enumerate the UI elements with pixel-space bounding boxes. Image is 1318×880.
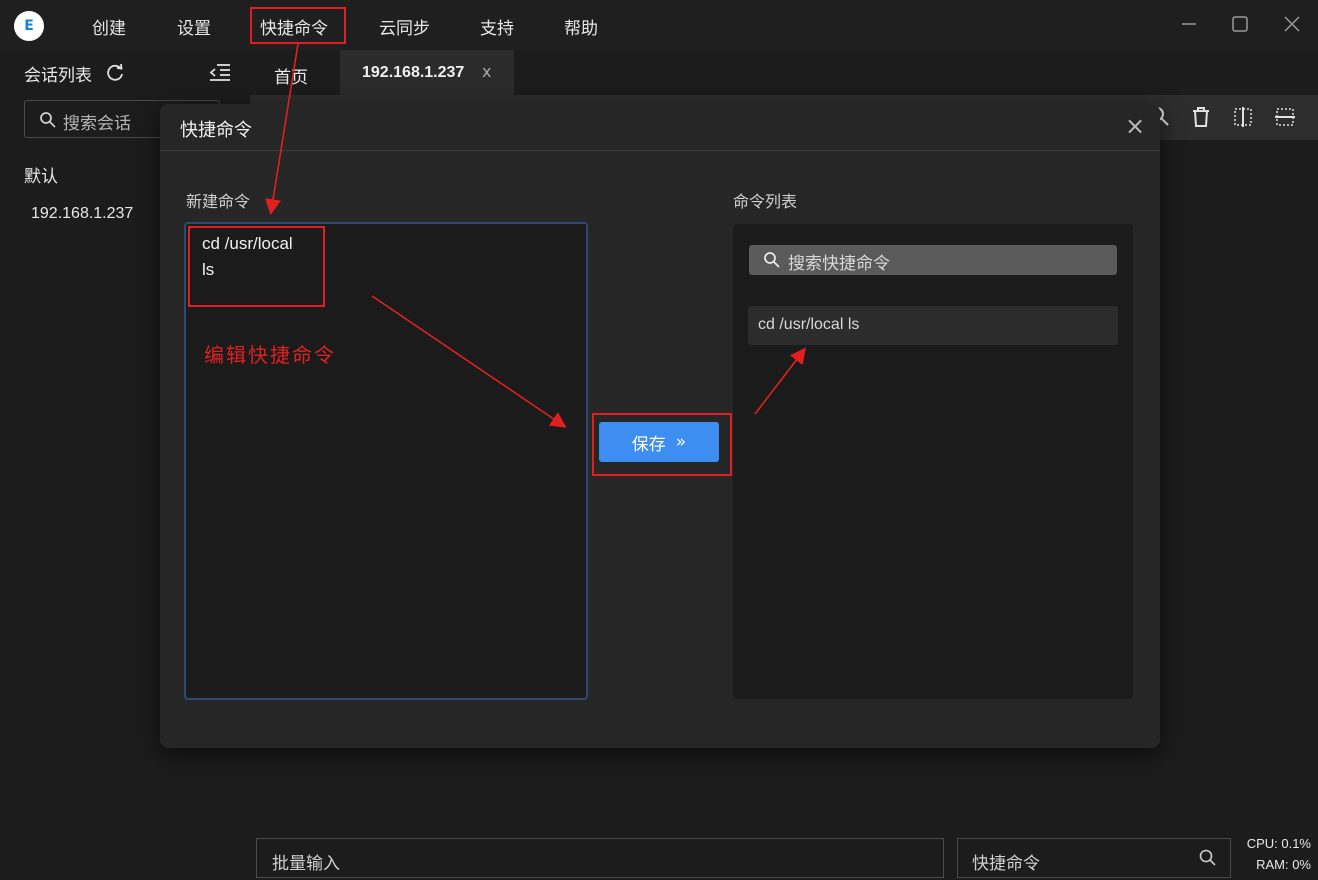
app-logo: E — [14, 11, 44, 41]
search-icon — [40, 112, 56, 128]
command-list-label: 命令列表 — [733, 192, 798, 211]
session-group-default[interactable]: 默认 — [24, 162, 58, 187]
tab-session[interactable]: 192.168.1.237 x — [340, 50, 514, 95]
menu-help[interactable]: 帮助 — [564, 14, 598, 39]
tab-close-icon[interactable]: x — [482, 62, 491, 81]
dialog-title: 快捷命令 — [180, 120, 252, 141]
search-icon — [764, 252, 780, 268]
trash-icon[interactable] — [1188, 104, 1214, 130]
menu-cloud-sync[interactable]: 云同步 — [379, 14, 430, 39]
command-text: cd /usr/local ls — [758, 316, 860, 333]
menu-create[interactable]: 创建 — [92, 14, 126, 39]
batch-input[interactable]: 批量输入 — [256, 838, 944, 878]
annotation-box-menu — [250, 7, 346, 44]
command-search-placeholder: 搜索快捷命令 — [788, 254, 890, 274]
batch-input-placeholder: 批量输入 — [272, 854, 340, 874]
annotation-box-editor — [188, 226, 325, 307]
dialog-divider — [160, 150, 1160, 151]
split-vertical-icon[interactable] — [1230, 104, 1256, 130]
new-command-label: 新建命令 — [186, 192, 251, 211]
collapse-sidebar-icon[interactable] — [208, 61, 232, 83]
minimize-icon[interactable] — [1177, 12, 1201, 36]
quick-command-input[interactable]: 快捷命令 — [957, 838, 1231, 878]
command-list-panel — [733, 224, 1133, 699]
tab-session-label: 192.168.1.237 — [362, 64, 465, 81]
quick-command-placeholder: 快捷命令 — [972, 854, 1040, 874]
tab-home[interactable]: 首页 — [274, 63, 308, 88]
split-horizontal-icon[interactable] — [1272, 104, 1298, 130]
search-icon[interactable] — [1198, 848, 1218, 868]
command-search-input[interactable]: 搜索快捷命令 — [749, 245, 1117, 275]
session-list-title: 会话列表 — [24, 66, 92, 86]
session-search-placeholder: 搜索会话 — [63, 114, 131, 134]
annotation-text: 编辑快捷命令 — [204, 343, 336, 367]
ram-usage: RAM: 0% — [1256, 857, 1311, 872]
annotation-box-save — [592, 413, 732, 476]
maximize-icon[interactable] — [1228, 12, 1252, 36]
command-list-item[interactable]: cd /usr/local ls — [748, 306, 1118, 345]
refresh-icon[interactable] — [104, 62, 126, 84]
close-icon[interactable] — [1280, 12, 1304, 36]
dialog-close-icon[interactable]: × — [1125, 114, 1145, 138]
logo-text: E — [24, 18, 34, 34]
menu-support[interactable]: 支持 — [480, 14, 514, 39]
session-item[interactable]: 192.168.1.237 — [31, 205, 133, 223]
cpu-usage: CPU: 0.1% — [1246, 836, 1311, 851]
menu-settings[interactable]: 设置 — [177, 14, 211, 39]
